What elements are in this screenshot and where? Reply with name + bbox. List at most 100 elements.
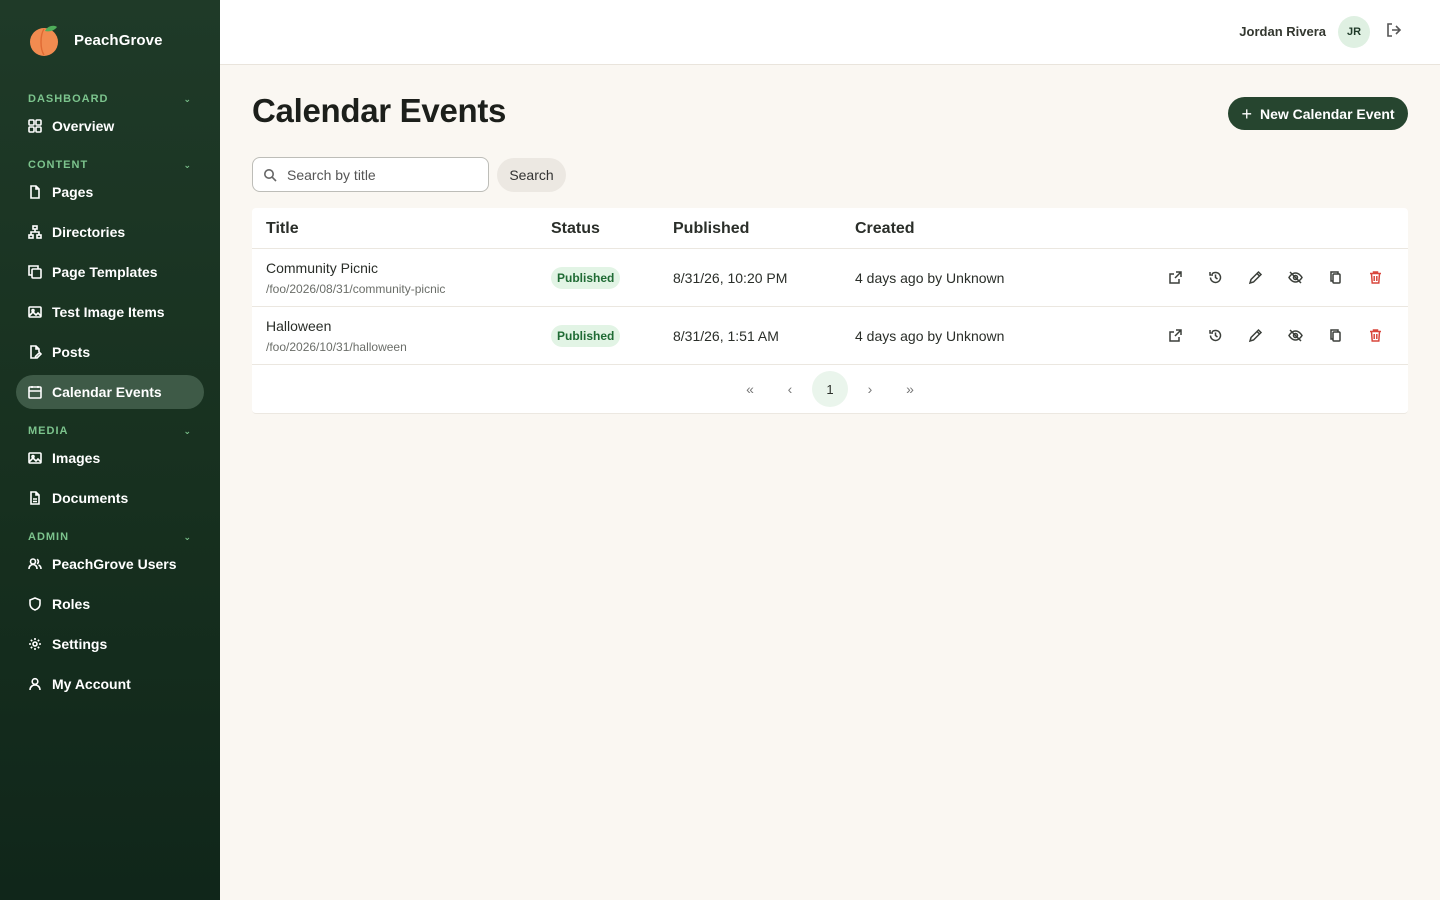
- event-path: /foo/2026/08/31/community-picnic: [266, 282, 446, 296]
- pagination-last-button[interactable]: »: [892, 371, 928, 407]
- sidebar-item-roles[interactable]: Roles: [16, 587, 204, 621]
- delete-icon[interactable]: [1368, 270, 1384, 286]
- shield-icon: [28, 597, 42, 611]
- open-external-icon[interactable]: [1168, 270, 1184, 286]
- nav-section-label: DASHBOARD: [28, 93, 109, 105]
- sidebar-item-label: Posts: [52, 344, 91, 360]
- sidebar-item-my-account[interactable]: My Account: [16, 667, 204, 701]
- status-badge: Published: [551, 267, 621, 289]
- chevron-down-icon: ⌄: [183, 159, 192, 170]
- pagination-prev-button[interactable]: ‹: [772, 371, 808, 407]
- document-icon: [28, 491, 42, 505]
- calendar-icon: [28, 385, 42, 399]
- sidebar-item-peachgrove-users[interactable]: PeachGrove Users: [16, 547, 204, 581]
- search-icon: [264, 168, 277, 182]
- nav-section-admin[interactable]: ADMIN ⌄: [28, 529, 192, 545]
- sidebar-item-label: Calendar Events: [52, 384, 162, 400]
- nav-section-media[interactable]: MEDIA ⌄: [28, 423, 192, 439]
- search-button[interactable]: Search: [497, 158, 566, 192]
- sidebar-item-pages[interactable]: Pages: [16, 175, 204, 209]
- column-header-created[interactable]: Created: [855, 220, 915, 238]
- sidebar-item-label: Documents: [52, 490, 129, 506]
- search-box[interactable]: [252, 157, 489, 192]
- logout-icon[interactable]: [1386, 22, 1404, 40]
- nav-section-content[interactable]: CONTENT ⌄: [28, 157, 192, 173]
- new-calendar-event-button[interactable]: + New Calendar Event: [1228, 97, 1408, 130]
- user-name: Jordan Rivera: [1239, 24, 1326, 39]
- duplicate-icon[interactable]: [1328, 328, 1344, 344]
- event-title[interactable]: Halloween: [266, 318, 331, 334]
- sidebar-item-test-image-items[interactable]: Test Image Items: [16, 295, 204, 329]
- published-date: 8/31/26, 10:20 PM: [673, 270, 788, 286]
- sidebar-item-label: Roles: [52, 596, 91, 612]
- status-badge: Published: [551, 325, 621, 347]
- column-header-status[interactable]: Status: [551, 220, 600, 238]
- nav-section-label: CONTENT: [28, 159, 89, 171]
- sidebar-item-posts[interactable]: Posts: [16, 335, 204, 369]
- sidebar-item-label: My Account: [52, 676, 131, 692]
- divider: [252, 248, 1408, 249]
- file-icon: [28, 185, 42, 199]
- sidebar-item-label: Test Image Items: [52, 304, 165, 320]
- image-icon: [28, 305, 42, 319]
- sidebar-item-label: Settings: [52, 636, 108, 652]
- brand-name: PeachGrove: [74, 31, 163, 49]
- pagination-page-1[interactable]: 1: [812, 371, 848, 407]
- sidebar-item-label: Directories: [52, 224, 126, 240]
- event-path: /foo/2026/10/31/halloween: [266, 340, 407, 354]
- top-bar: Jordan Rivera JR: [220, 0, 1440, 65]
- sidebar-item-label: Page Templates: [52, 264, 158, 280]
- sidebar-item-label: Overview: [52, 118, 115, 134]
- new-calendar-event-label: New Calendar Event: [1259, 105, 1395, 122]
- users-icon: [28, 557, 42, 571]
- search-input[interactable]: [287, 166, 477, 183]
- open-external-icon[interactable]: [1168, 328, 1184, 344]
- user-icon: [28, 677, 42, 691]
- edit-icon[interactable]: [1248, 270, 1264, 286]
- sidebar-item-label: PeachGrove Users: [52, 556, 177, 572]
- duplicate-icon[interactable]: [1328, 270, 1344, 286]
- column-header-published[interactable]: Published: [673, 220, 749, 238]
- nav-section-label: ADMIN: [28, 531, 70, 543]
- pagination-next-button[interactable]: ›: [852, 371, 888, 407]
- avatar[interactable]: JR: [1338, 16, 1370, 48]
- history-icon[interactable]: [1208, 328, 1224, 344]
- chevron-down-icon: ⌄: [183, 93, 192, 104]
- pagination-first-button[interactable]: «: [732, 371, 768, 407]
- sidebar-item-overview[interactable]: Overview: [16, 109, 204, 143]
- delete-icon[interactable]: [1368, 328, 1384, 344]
- sidebar-item-documents[interactable]: Documents: [16, 481, 204, 515]
- sidebar-item-images[interactable]: Images: [16, 441, 204, 475]
- edit-icon[interactable]: [1248, 328, 1264, 344]
- nav-section-label: MEDIA: [28, 425, 69, 437]
- event-title[interactable]: Community Picnic: [266, 260, 378, 276]
- created-info: 4 days ago by Unknown: [855, 328, 1005, 344]
- sidebar-item-directories[interactable]: Directories: [16, 215, 204, 249]
- sitemap-icon: [28, 225, 42, 239]
- brand[interactable]: PeachGrove: [28, 22, 163, 58]
- peach-logo-icon: [28, 23, 62, 57]
- unpublish-eye-off-icon[interactable]: [1288, 328, 1304, 344]
- unpublish-eye-off-icon[interactable]: [1288, 270, 1304, 286]
- column-header-title[interactable]: Title: [266, 220, 299, 238]
- sidebar-item-label: Pages: [52, 184, 94, 200]
- divider: [252, 306, 1408, 307]
- page-title: Calendar Events: [252, 92, 507, 129]
- nav-section-dashboard[interactable]: DASHBOARD ⌄: [28, 91, 192, 107]
- sidebar-item-label: Images: [52, 450, 101, 466]
- history-icon[interactable]: [1208, 270, 1224, 286]
- image-icon: [28, 451, 42, 465]
- file-edit-icon: [28, 345, 42, 359]
- events-table: Title Status Published Created Community…: [252, 208, 1408, 414]
- grid-icon: [28, 119, 42, 133]
- chevron-down-icon: ⌄: [183, 425, 192, 436]
- gear-icon: [28, 637, 42, 651]
- copy-icon: [28, 265, 42, 279]
- divider: [252, 364, 1408, 365]
- chevron-down-icon: ⌄: [183, 531, 192, 542]
- sidebar-item-calendar-events[interactable]: Calendar Events: [16, 375, 204, 409]
- sidebar-item-settings[interactable]: Settings: [16, 627, 204, 661]
- created-info: 4 days ago by Unknown: [855, 270, 1005, 286]
- plus-icon: +: [1241, 103, 1252, 124]
- sidebar-item-page-templates[interactable]: Page Templates: [16, 255, 204, 289]
